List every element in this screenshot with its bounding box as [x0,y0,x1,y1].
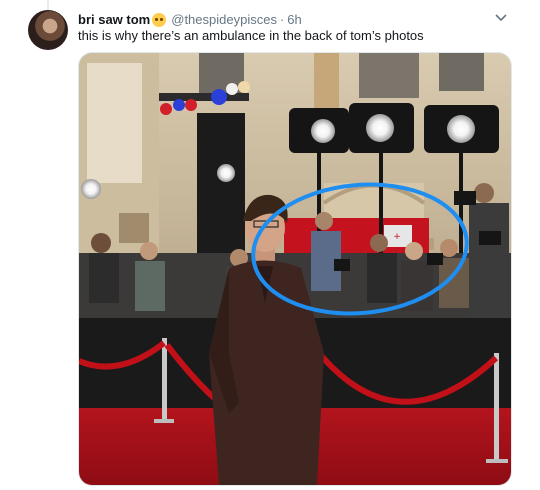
separator-dot: · [279,11,285,27]
photo-scene: + [79,53,511,485]
svg-text:+: + [393,232,401,242]
heart-eyes-emoji-icon [152,13,167,27]
tweet-photo[interactable]: + [78,52,512,486]
tweet-header: bri saw tom @thespideypisces · 6h [78,10,510,28]
display-name[interactable]: bri saw tom [78,12,150,27]
tweet-text: this is why there’s an ambulance in the … [78,28,424,43]
user-handle[interactable]: @thespideypisces [171,12,277,27]
chevron-down-icon[interactable] [495,13,507,23]
timestamp[interactable]: 6h [287,12,301,27]
avatar[interactable] [28,10,68,50]
thread-connector-line [47,0,49,10]
